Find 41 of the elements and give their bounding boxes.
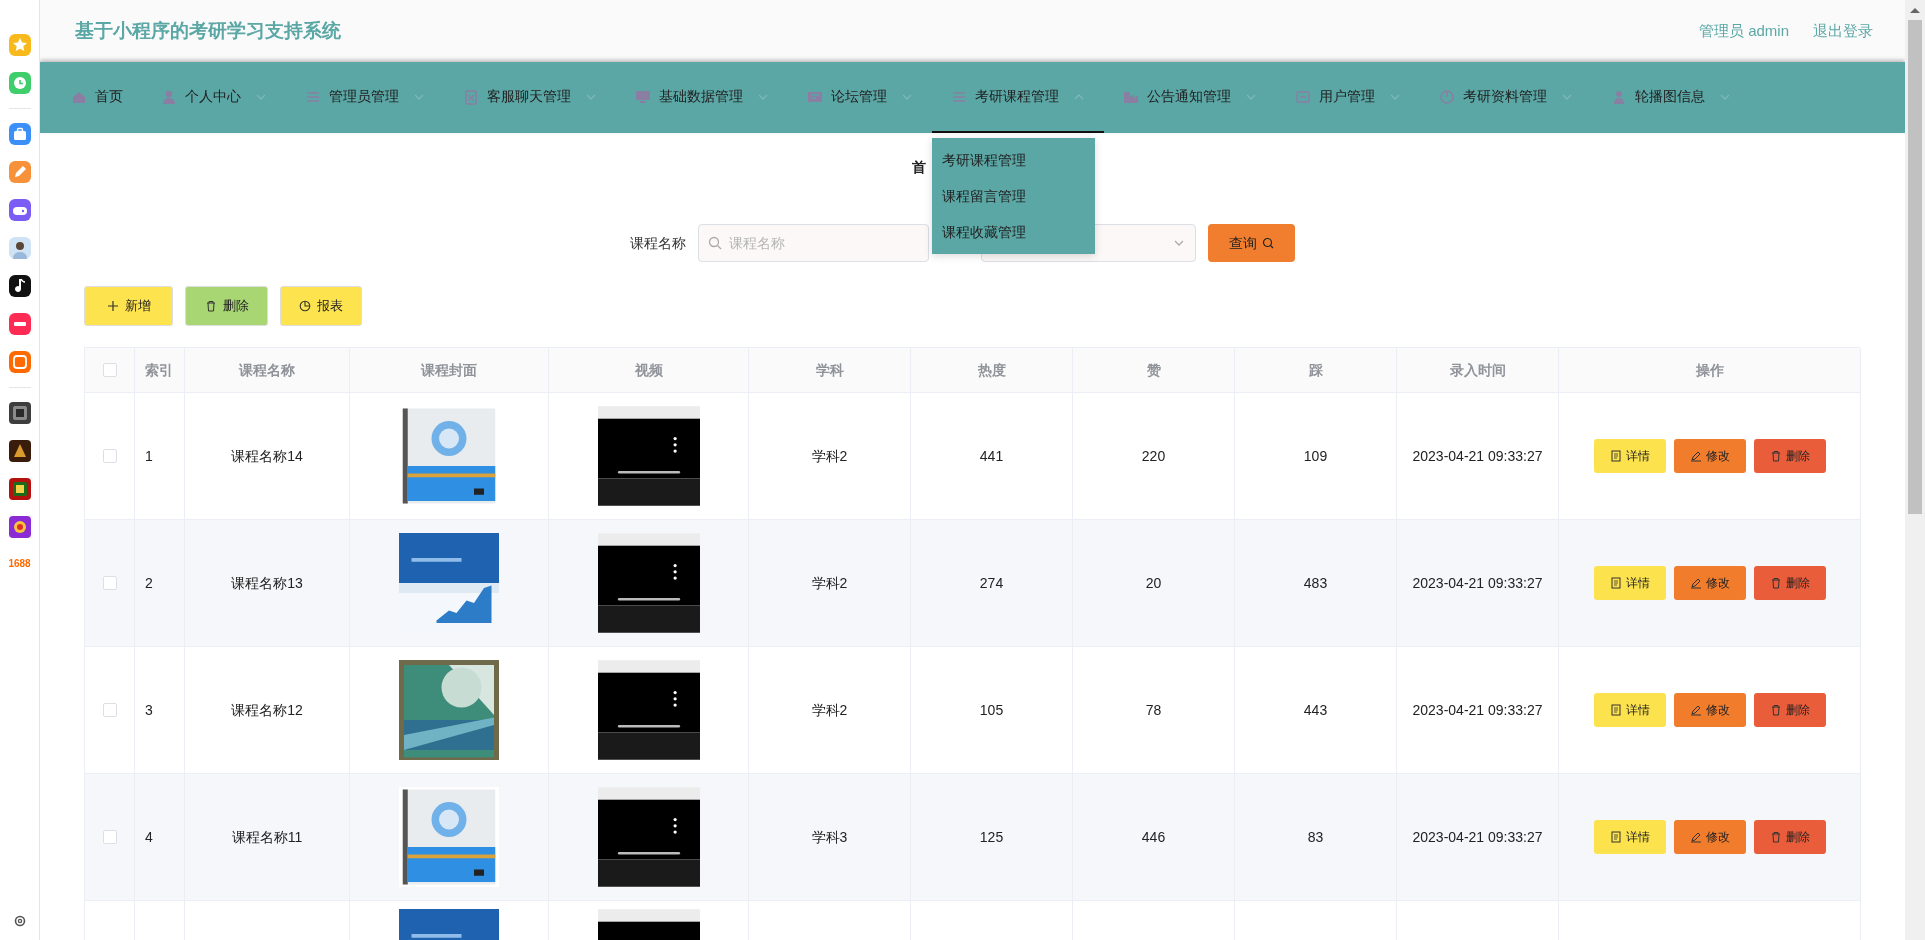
table-cell-text: 2023-04-21 09:33:27	[1412, 700, 1543, 720]
table-cell-text: 2023-04-21 09:33:27	[1412, 446, 1543, 466]
table-cell-text: 课程名称12	[231, 700, 303, 720]
table-cell-text: 446	[1141, 827, 1166, 847]
table-cell-text: 483	[1303, 573, 1328, 593]
field-label: 课程名称	[630, 233, 686, 253]
table-cell-text: 学科2	[811, 573, 848, 593]
table-cell-text: 4	[145, 827, 153, 847]
table-cell-text: 109	[1303, 446, 1328, 466]
column-header: 课程名称	[239, 360, 295, 380]
table-cell-text: 105	[979, 700, 1004, 720]
table-cell-text: 2	[145, 573, 153, 593]
table-cell-text: 83	[1307, 827, 1324, 847]
table-cell-text: 学科2	[811, 446, 848, 466]
column-header: 学科	[815, 360, 844, 380]
table-cell-text: 学科3	[811, 827, 848, 847]
column-header: 操作	[1695, 360, 1724, 380]
table-cell-text: 78	[1145, 700, 1162, 720]
column-header: 录入时间	[1449, 360, 1506, 380]
column-header: 课程封面	[421, 360, 477, 380]
column-header: 赞	[1146, 360, 1161, 380]
table-cell-text: 2023-04-21 09:33:27	[1412, 573, 1543, 593]
table-cell-text: 443	[1303, 700, 1328, 720]
table-cell-text: 274	[979, 573, 1004, 593]
table-cell-text: 1	[145, 446, 153, 466]
column-header: 视频	[634, 360, 663, 380]
table-cell-text: 学科2	[811, 700, 848, 720]
table-cell-text: 125	[979, 827, 1004, 847]
user-label: 管理员 admin	[1698, 20, 1789, 41]
table-cell-text: 课程名称14	[231, 446, 303, 466]
table-cell-text: 20	[1145, 573, 1162, 593]
table-cell-text: 课程名称13	[231, 573, 303, 593]
table-cell-text: 3	[145, 700, 153, 720]
column-header: 热度	[977, 360, 1006, 380]
table-cell-text: 2023-04-21 09:33:27	[1412, 827, 1543, 847]
table-cell-text: 课程名称11	[231, 827, 303, 847]
column-header: 踩	[1308, 360, 1323, 380]
table-cell-text: 441	[979, 446, 1004, 466]
table-cell-text: 220	[1141, 446, 1166, 466]
app-title: 基于小程序的考研学习支持系统	[75, 18, 341, 43]
column-header: 索引	[145, 360, 173, 380]
